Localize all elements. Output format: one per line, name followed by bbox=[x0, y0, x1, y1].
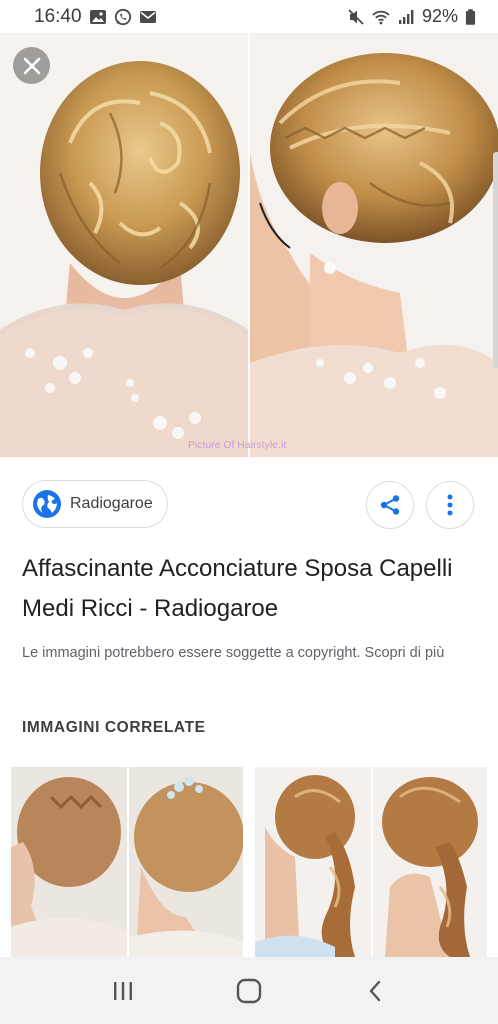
whatsapp-icon bbox=[114, 8, 131, 25]
status-bar-right: 92% bbox=[347, 6, 476, 27]
related-image-thumbnail[interactable] bbox=[11, 767, 243, 957]
back-button[interactable] bbox=[355, 971, 395, 1011]
wifi-icon bbox=[372, 10, 390, 24]
status-bar-left: 16:40 bbox=[34, 6, 157, 28]
signal-icon bbox=[398, 9, 414, 24]
clock: 16:40 bbox=[34, 5, 82, 27]
battery-percent: 92% bbox=[421, 6, 458, 26]
source-site-chip[interactable]: Radiogaroe bbox=[22, 480, 168, 528]
status-bar: 16:40 92% bbox=[0, 0, 498, 33]
copyright-notice[interactable]: Le immagini potrebbero essere soggette a… bbox=[22, 640, 472, 667]
globe-icon bbox=[33, 490, 61, 518]
recents-icon bbox=[114, 981, 132, 1000]
home-button[interactable] bbox=[229, 971, 269, 1011]
scroll-handle[interactable] bbox=[493, 152, 498, 368]
battery-icon bbox=[465, 8, 476, 25]
share-icon bbox=[380, 495, 400, 515]
more-vert-icon bbox=[447, 494, 453, 516]
image-viewer[interactable]: Picture Of Hairstyle.it bbox=[0, 33, 498, 457]
gallery-icon bbox=[89, 9, 106, 24]
close-icon bbox=[23, 57, 40, 74]
image-watermark: Picture Of Hairstyle.it bbox=[188, 440, 287, 451]
result-title[interactable]: Affascinante Acconciature Sposa Capelli … bbox=[22, 549, 472, 629]
back-icon bbox=[369, 980, 381, 1001]
source-site-name: Radiogaroe bbox=[70, 495, 153, 512]
close-button[interactable] bbox=[13, 47, 50, 84]
hairstyle-photo-side[interactable] bbox=[250, 33, 498, 457]
hairstyle-photo-back[interactable] bbox=[0, 33, 248, 457]
related-images-grid bbox=[0, 767, 498, 957]
recents-button[interactable] bbox=[103, 971, 143, 1011]
system-nav-bar bbox=[0, 957, 498, 1024]
mail-icon bbox=[139, 10, 156, 23]
mute-icon bbox=[348, 8, 364, 25]
home-icon bbox=[236, 978, 262, 1003]
related-images-heading: IMMAGINI CORRELATE bbox=[22, 719, 206, 736]
related-image-thumbnail[interactable] bbox=[255, 767, 487, 957]
share-button[interactable] bbox=[366, 481, 414, 529]
more-options-button[interactable] bbox=[426, 481, 474, 529]
